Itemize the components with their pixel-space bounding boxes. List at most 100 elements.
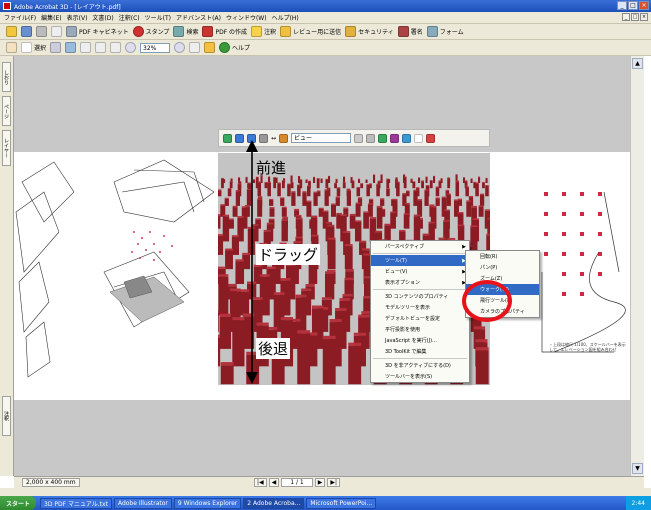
help-button[interactable]: ヘルプ: [219, 42, 250, 53]
menu-help[interactable]: ヘルプ(H): [272, 13, 299, 22]
close-button[interactable]: ×: [639, 1, 649, 10]
fit-page-icon[interactable]: [95, 42, 107, 53]
next-page-button[interactable]: ▶: [314, 478, 326, 487]
zoom-out-icon[interactable]: [125, 42, 137, 53]
search-button[interactable]: 検索: [173, 26, 198, 37]
perspective-icon[interactable]: [354, 133, 364, 143]
page-indicator[interactable]: 1 / 1: [281, 478, 313, 487]
city-block: [218, 234, 224, 255]
fit-width-icon[interactable]: [110, 42, 122, 53]
doc-restore-button[interactable]: □: [631, 13, 639, 21]
city-block: [433, 175, 436, 183]
cross-section-icon[interactable]: [426, 133, 436, 143]
lighting-icon[interactable]: [402, 133, 412, 143]
rotate-3d-icon[interactable]: [223, 133, 232, 143]
city-block: [328, 175, 331, 183]
walk-arrow-icon[interactable]: ↔: [271, 135, 276, 142]
windows-taskbar: スタート 3D PDF マニュアル.txt Adobe Illustrator …: [0, 496, 651, 510]
ctx-deactivate-3d[interactable]: 3D を非アクティブにする(D): [371, 360, 469, 371]
comment-button[interactable]: 注釈: [251, 26, 276, 37]
select-tool-button[interactable]: 選択: [21, 42, 46, 53]
menu-edit[interactable]: 編集(E): [41, 13, 61, 22]
start-button[interactable]: スタート: [0, 496, 37, 510]
view-dropdown[interactable]: ビュー: [291, 133, 352, 143]
tab-comments[interactable]: 注釈: [2, 396, 11, 436]
zoom-level-input[interactable]: 32%: [140, 42, 171, 53]
email-icon[interactable]: [51, 26, 62, 37]
pdf-cabinet-button[interactable]: PDF キャビネット: [66, 26, 129, 37]
taskbar-item[interactable]: Microsoft PowerPoi...: [306, 497, 377, 509]
how-to-icon[interactable]: [204, 42, 216, 53]
security-button[interactable]: セキュリティ: [345, 26, 394, 37]
ctx-model-tree[interactable]: モデルツリーを表示: [371, 302, 469, 313]
ctx-tools[interactable]: ツール(T)▶: [371, 255, 469, 266]
ctx-3d-properties[interactable]: 3D コンテンツのプロパティ: [371, 291, 469, 302]
zoom-icon[interactable]: [65, 42, 77, 53]
play-icon[interactable]: [366, 133, 376, 143]
menu-document[interactable]: 文書(D): [92, 13, 113, 22]
send-for-review-button[interactable]: レビュー用に送信: [280, 26, 341, 37]
taskbar-item[interactable]: 3D PDF マニュアル.txt: [40, 497, 112, 509]
sub-pan[interactable]: パン(P): [466, 262, 539, 273]
doc-close-button[interactable]: ×: [640, 13, 648, 21]
ctx-display-options[interactable]: 表示オプション▶: [371, 277, 469, 288]
rotate-icon[interactable]: [189, 42, 201, 53]
vertical-scrollbar[interactable]: ▲ ▼: [630, 56, 644, 476]
save-icon[interactable]: [21, 26, 32, 37]
tab-bookmarks[interactable]: しおり: [2, 62, 11, 92]
forms-button[interactable]: フォーム: [426, 26, 464, 37]
doc-minimize-button[interactable]: _: [622, 13, 630, 21]
home-view-icon[interactable]: [279, 133, 289, 143]
sub-rotate[interactable]: 回転(R): [466, 251, 539, 262]
ctx-show-toolbar[interactable]: ツールバーを表示(S): [371, 371, 469, 382]
city-block: [331, 203, 336, 217]
tab-pages[interactable]: ページ: [2, 96, 11, 126]
stamp-button[interactable]: スタンプ: [132, 26, 169, 37]
prev-page-button[interactable]: ◀: [268, 478, 280, 487]
menu-file[interactable]: ファイル(F): [4, 13, 36, 22]
model-tree-icon[interactable]: [378, 133, 388, 143]
minimize-button[interactable]: _: [617, 1, 627, 10]
menu-comments[interactable]: 注釈(C): [119, 13, 140, 22]
ctx-perspective[interactable]: パースペクティブ ▶: [371, 241, 469, 252]
ctx-3d-toolkit[interactable]: 3D ToolKit で編集: [371, 346, 469, 357]
city-block: [380, 174, 383, 183]
menu-window[interactable]: ウィンドウ(W): [226, 13, 267, 22]
city-block: [218, 189, 222, 197]
tab-layers[interactable]: レイヤー: [2, 130, 11, 166]
create-pdf-button[interactable]: PDF の作成: [202, 26, 247, 37]
taskbar-item-active[interactable]: 2 Adobe Acroba...: [243, 497, 305, 509]
render-mode-icon[interactable]: [390, 133, 400, 143]
first-page-button[interactable]: |◀: [254, 478, 267, 487]
background-color-icon[interactable]: [414, 133, 424, 143]
open-icon[interactable]: [6, 26, 17, 37]
city-block: [218, 214, 221, 229]
city-block: [358, 178, 361, 183]
ctx-orthographic[interactable]: 平行投影を使用: [371, 324, 469, 335]
city-block: [290, 175, 293, 183]
acrobat-icon: [3, 2, 11, 10]
snapshot-icon[interactable]: [50, 42, 62, 53]
scroll-down-button[interactable]: ▼: [632, 463, 643, 474]
print-icon[interactable]: [36, 26, 47, 37]
scroll-up-button[interactable]: ▲: [632, 58, 643, 69]
last-page-button[interactable]: ▶|: [327, 478, 341, 487]
cursor-icon: [21, 42, 32, 53]
menu-advanced[interactable]: アドバンスト(A): [176, 13, 221, 22]
hand-icon[interactable]: [6, 42, 17, 53]
actual-size-icon[interactable]: [80, 42, 92, 53]
city-block: [235, 190, 241, 206]
taskbar-item[interactable]: 9 Windows Explorer: [173, 497, 242, 509]
zoom-in-icon[interactable]: [174, 42, 186, 53]
sign-button[interactable]: 署名: [397, 26, 423, 37]
ctx-view[interactable]: ビュー(V)▶: [371, 266, 469, 277]
city-block: [344, 244, 353, 270]
city-block: [218, 334, 221, 367]
ctx-default-view[interactable]: デフォルトビューを設定: [371, 313, 469, 324]
menu-tools[interactable]: ツール(T): [145, 13, 171, 22]
ctx-javascript[interactable]: JavaScript を実行(J)...: [371, 335, 469, 346]
taskbar-item[interactable]: Adobe Illustrator: [113, 497, 172, 509]
city-block: [335, 196, 340, 206]
maximize-button[interactable]: □: [628, 1, 638, 10]
menu-view[interactable]: 表示(V): [67, 13, 88, 22]
